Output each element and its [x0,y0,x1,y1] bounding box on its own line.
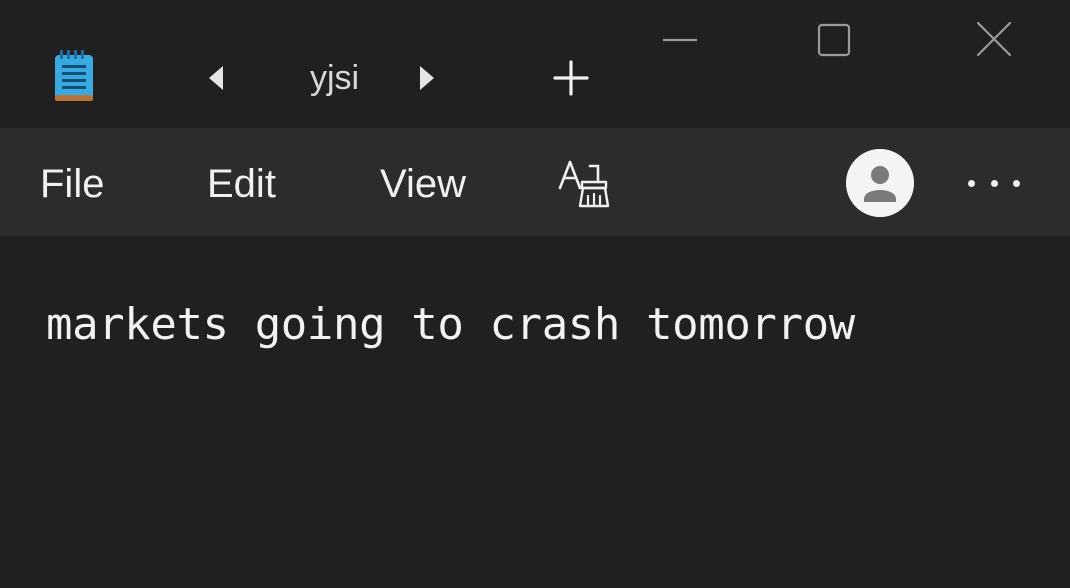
font-format-icon [558,160,610,208]
maximize-icon [817,23,851,57]
editor-content[interactable]: markets going to crash tomorrow [46,298,855,352]
notepad-icon [52,47,96,103]
more-options-button[interactable] [968,166,1020,200]
plus-icon [553,60,589,96]
account-button[interactable] [846,149,914,217]
caret-right-icon [420,66,434,90]
minimize-icon [663,38,697,42]
new-tab-button[interactable] [548,55,594,101]
text-editor-area[interactable]: markets going to crash tomorrow [0,236,1070,588]
menu-edit[interactable]: Edit [207,158,276,210]
minimize-button[interactable] [655,22,705,58]
menu-view[interactable]: View [380,158,466,210]
close-icon [976,21,1012,57]
font-format-button[interactable] [556,158,614,210]
user-avatar-icon [846,149,914,217]
title-bar: yjsi [0,0,1070,128]
maximize-button[interactable] [810,18,858,62]
menu-file[interactable]: File [40,158,104,210]
caret-left-icon [209,66,223,90]
close-button[interactable] [970,18,1018,62]
notepad-window: yjsi File Edit View markets going to cra… [0,0,1070,588]
menu-bar: File Edit View [0,128,1070,236]
next-tab-button[interactable] [414,62,440,94]
previous-tab-button[interactable] [203,62,229,94]
tab-title[interactable]: yjsi [310,56,368,100]
more-horizontal-icon [968,179,975,187]
